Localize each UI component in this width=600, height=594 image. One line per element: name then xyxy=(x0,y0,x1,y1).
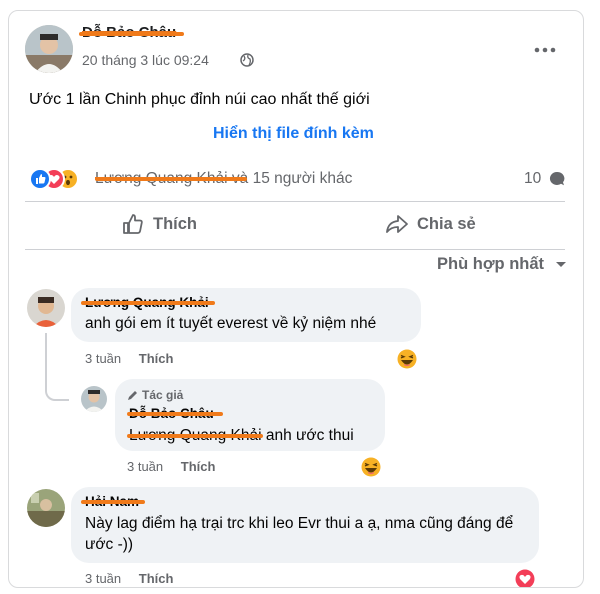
comment-bubble: Hải Nam Này lag điểm hạ trại trc khi leo… xyxy=(71,487,539,563)
author-badge-label: Tác giả xyxy=(142,388,184,402)
mention-scribble xyxy=(127,434,263,438)
haha-reaction-icon[interactable] xyxy=(361,457,381,482)
commenter-avatar[interactable] xyxy=(27,289,65,327)
caret-down-icon xyxy=(555,255,567,274)
reaction-name-scribble xyxy=(95,177,247,181)
reaction-icons[interactable] xyxy=(29,168,89,190)
reply-text: anh ước thui xyxy=(261,427,354,444)
post-timestamp[interactable]: 20 tháng 3 lúc 09:24 xyxy=(82,52,254,68)
reaction-summary-rest: và 15 người khác xyxy=(231,170,353,187)
pencil-icon xyxy=(127,389,139,404)
author-avatar[interactable] xyxy=(25,25,73,73)
author-reply-avatar[interactable] xyxy=(81,386,107,412)
name-redaction-scribble xyxy=(79,32,184,36)
comment-meta: 3 tuần Thích xyxy=(85,351,173,366)
commenter-name-scribble xyxy=(81,500,145,504)
like-reaction-icon xyxy=(29,168,51,190)
love-reaction-icon[interactable] xyxy=(515,569,535,587)
comment-text: Này lag điểm hạ trại trc khi leo Evr thu… xyxy=(85,515,514,553)
comment-like-button[interactable]: Thích xyxy=(139,571,174,586)
divider xyxy=(25,201,565,202)
more-options-icon[interactable] xyxy=(533,41,557,53)
comment-time[interactable]: 3 tuần xyxy=(85,351,121,366)
comment-like-button[interactable]: Thích xyxy=(139,351,174,366)
reply-time[interactable]: 3 tuần xyxy=(127,459,163,474)
divider xyxy=(25,249,565,250)
commenter-avatar[interactable] xyxy=(27,489,65,527)
share-button[interactable]: Chia sẻ xyxy=(385,211,495,241)
reply-bubble: Tác giả Đỗ Bảo Châu Lương Quang Khải anh… xyxy=(115,379,385,451)
globe-icon xyxy=(240,53,254,70)
comment-sort-dropdown[interactable]: Phù hợp nhất xyxy=(437,255,567,274)
commenter-name-scribble xyxy=(81,301,215,305)
comment-bubble: Lương Quang Khải anh gói em ít tuyết eve… xyxy=(71,288,421,342)
comment-time[interactable]: 3 tuần xyxy=(85,571,121,586)
show-attachment-link[interactable]: Hiển thị file đính kèm xyxy=(213,125,374,143)
reply-thread-line xyxy=(45,333,69,401)
comment-text: anh gói em ít tuyết everest về kỷ niệm n… xyxy=(85,315,377,332)
like-button[interactable]: Thích xyxy=(121,211,211,241)
haha-reaction-icon[interactable] xyxy=(397,349,417,374)
sort-label: Phù hợp nhất xyxy=(437,255,545,273)
timestamp-text: 20 tháng 3 lúc 09:24 xyxy=(82,52,209,68)
comment-count-value: 10 xyxy=(524,170,542,187)
post-card: Đỗ Bảo Châu 20 tháng 3 lúc 09:24 Ước 1 l… xyxy=(8,10,584,588)
reply-name-scribble xyxy=(127,412,223,416)
author-badge: Tác giả xyxy=(127,388,183,404)
reply-meta: 3 tuần Thích xyxy=(127,459,215,474)
post-text: Ước 1 lần Chinh phục đỉnh núi cao nhất t… xyxy=(29,91,370,108)
thumbs-up-icon xyxy=(121,213,145,240)
share-arrow-icon xyxy=(385,213,409,240)
like-label: Thích xyxy=(153,215,197,233)
share-label: Chia sẻ xyxy=(417,215,476,233)
comment-meta: 3 tuần Thích xyxy=(85,571,173,586)
reply-like-button[interactable]: Thích xyxy=(181,459,216,474)
comment-bubble-icon xyxy=(549,171,565,192)
avatar-image xyxy=(25,25,73,73)
comment-count[interactable]: 10 xyxy=(524,170,541,188)
